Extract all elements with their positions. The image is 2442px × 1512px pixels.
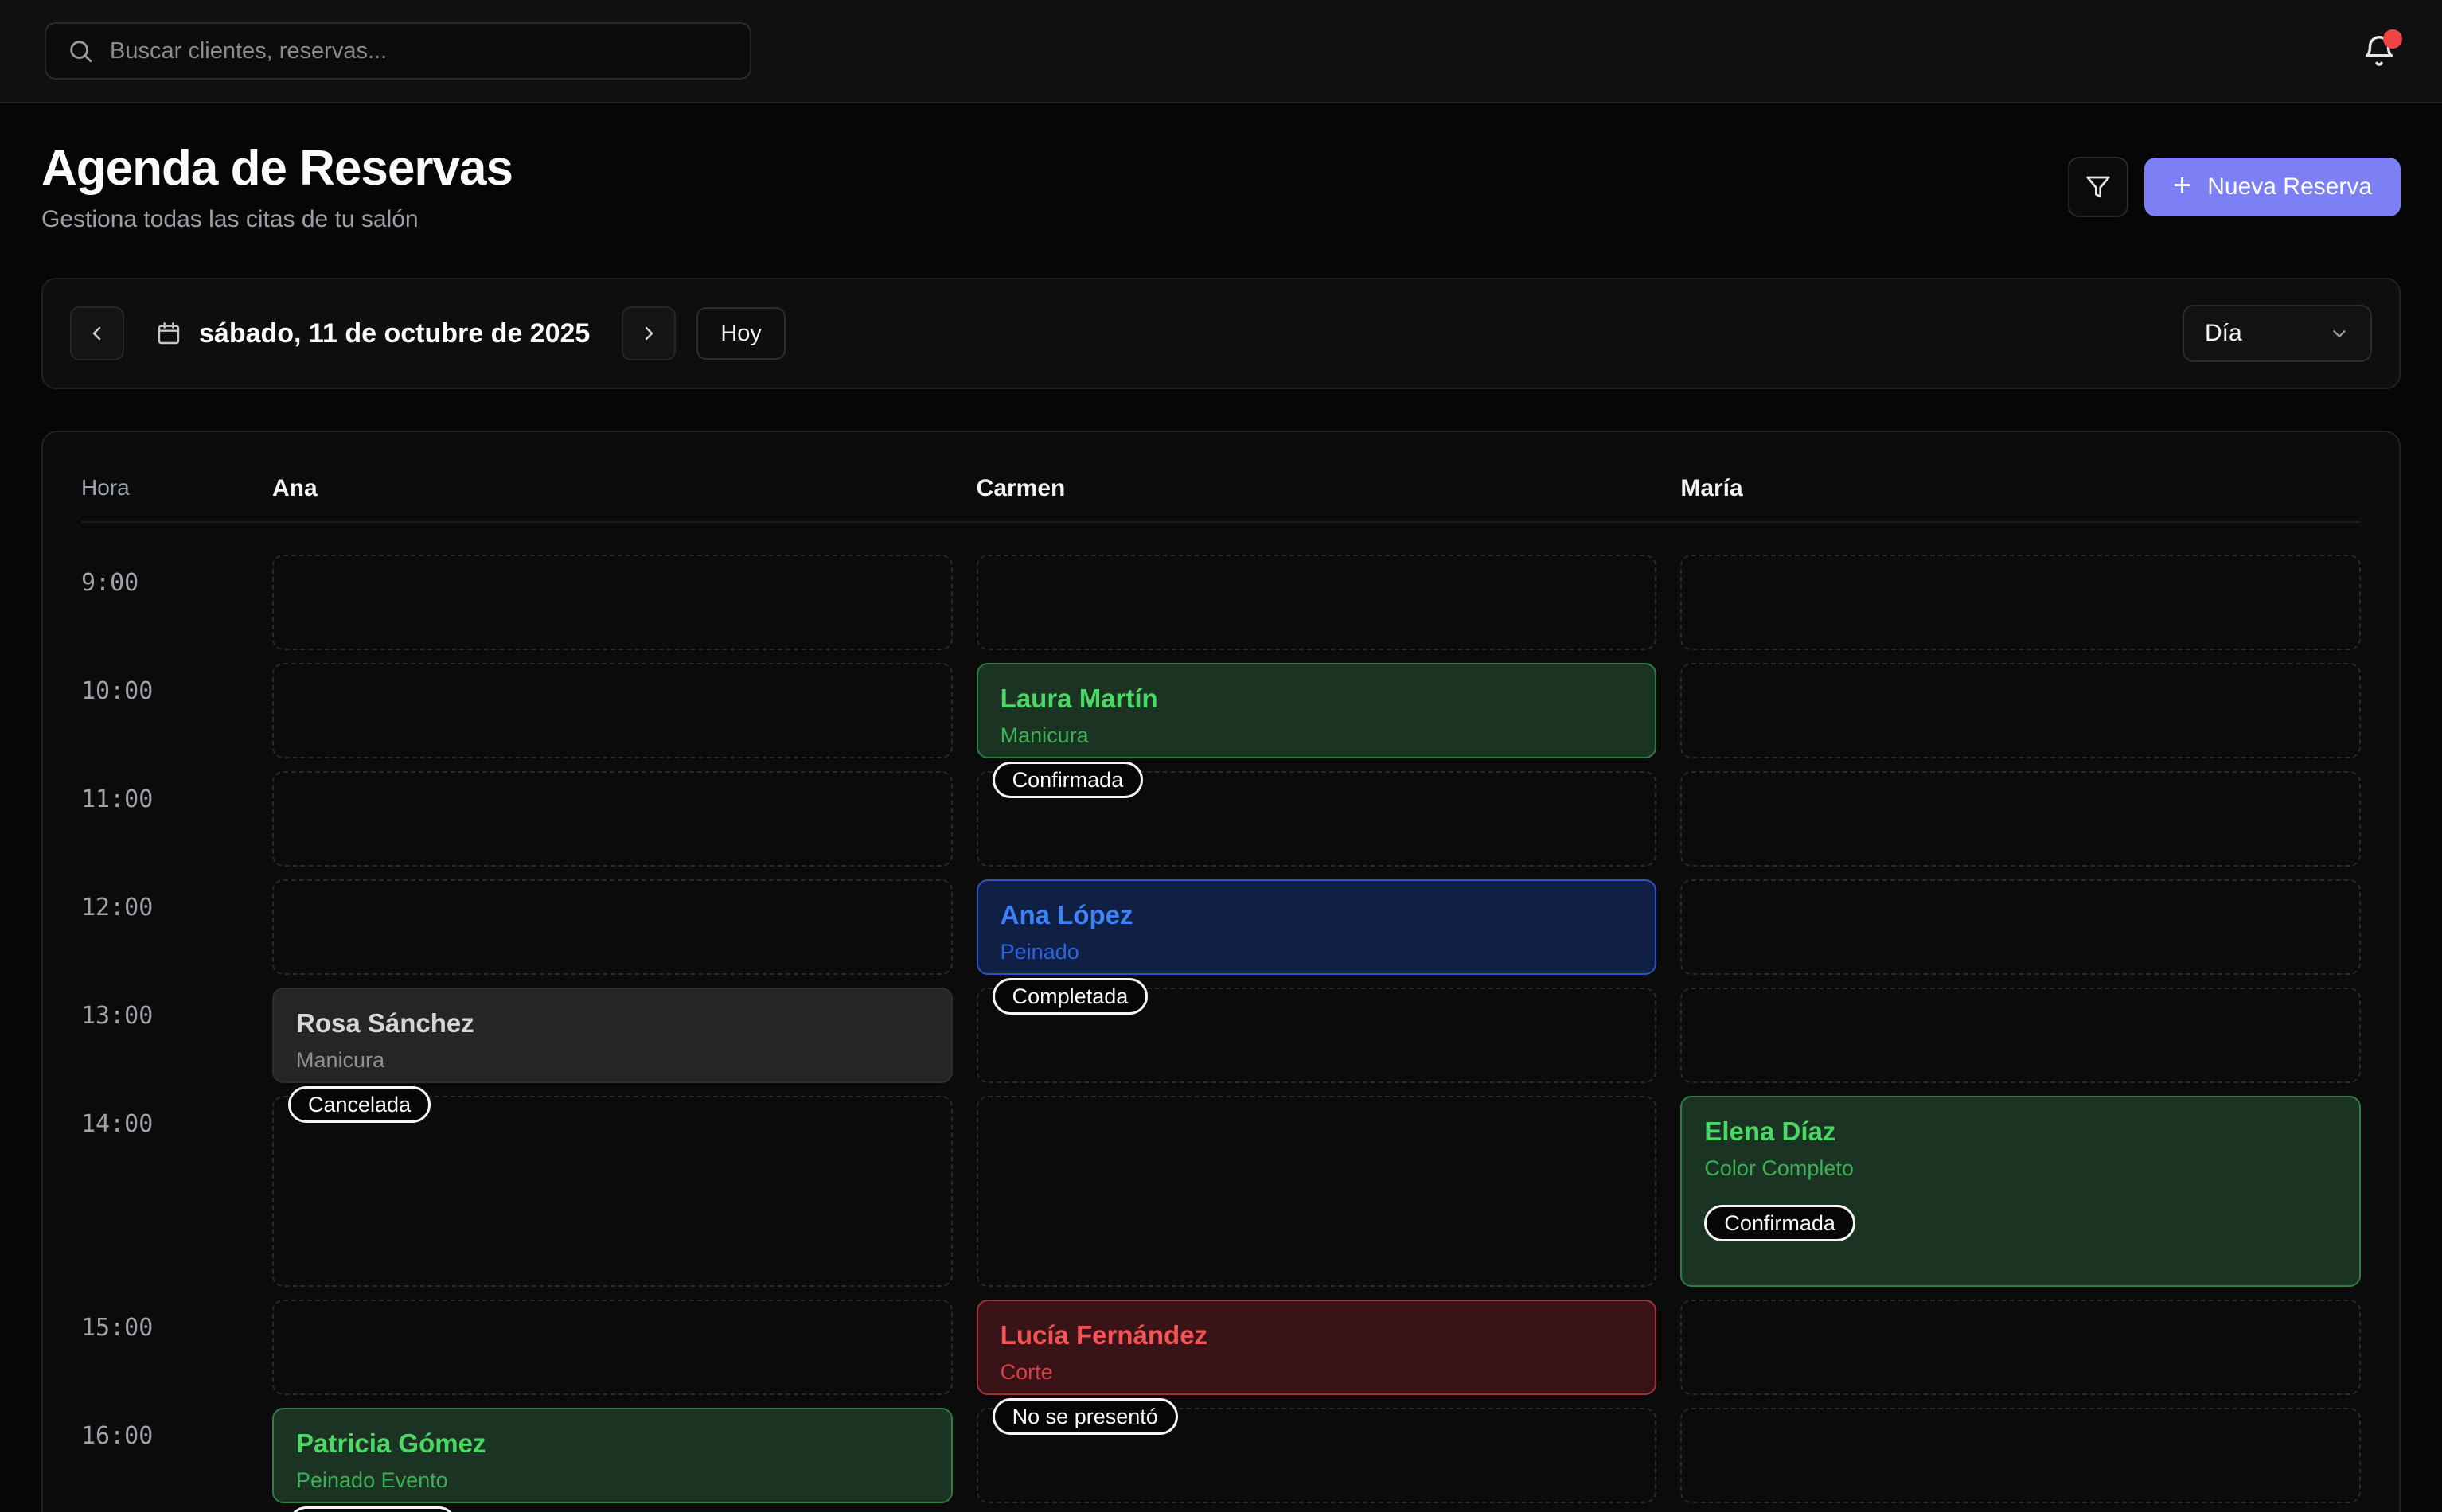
- time-label: 13:00: [81, 988, 248, 1083]
- time-label: 14:00: [81, 1096, 248, 1287]
- slot-Ana-11:00[interactable]: [272, 771, 953, 867]
- event-service: Color Completo: [1704, 1156, 2337, 1181]
- chevron-right-icon: [639, 324, 658, 343]
- status-badge: Confirmada: [1704, 1205, 1855, 1241]
- event-card[interactable]: Lucía FernándezCorteNo se presentó: [977, 1300, 1657, 1395]
- schedule-row: 11:00: [81, 771, 2361, 867]
- slot-Carmen-10:00[interactable]: Laura MartínManicuraConfirmada: [977, 663, 1657, 758]
- page-title: Agenda de Reservas: [41, 140, 513, 197]
- slot-Ana-14:00[interactable]: [272, 1096, 953, 1287]
- filter-icon: [2085, 174, 2111, 200]
- slot-María-12:00[interactable]: [1680, 879, 2361, 975]
- notifications-button[interactable]: [2361, 33, 2397, 69]
- column-header-staff: María: [1680, 475, 2361, 502]
- search-box[interactable]: [45, 22, 751, 80]
- time-label: 15:00: [81, 1300, 248, 1395]
- column-header-staff: Carmen: [977, 475, 1657, 502]
- event-client-name: Lucía Fernández: [1001, 1320, 1633, 1350]
- column-header-staff: Ana: [272, 475, 953, 502]
- slot-María-11:00[interactable]: [1680, 771, 2361, 867]
- schedule-row: 14:00 Elena Díaz Color Completo Confirmada: [81, 1096, 2361, 1287]
- time-label: 16:00: [81, 1408, 248, 1503]
- event-service: Peinado Evento: [296, 1468, 929, 1493]
- page-subtitle: Gestiona todas las citas de tu salón: [41, 206, 513, 233]
- slot-Carmen-9:00[interactable]: [977, 555, 1657, 650]
- slot-Ana-15:00[interactable]: [272, 1300, 953, 1395]
- event-client-name: Rosa Sánchez: [296, 1008, 929, 1039]
- new-booking-label: Nueva Reserva: [2207, 173, 2372, 201]
- event-card[interactable]: Elena Díaz Color Completo Confirmada: [1680, 1096, 2361, 1287]
- status-badge: [288, 1506, 457, 1512]
- slot-Carmen-14:00[interactable]: [977, 1096, 1657, 1287]
- main-content: Agenda de Reservas Gestiona todas las ci…: [0, 140, 2442, 1512]
- event-card[interactable]: Laura MartínManicuraConfirmada: [977, 663, 1657, 758]
- schedule-row: 16:00 Patricia Gómez Peinado Evento: [81, 1408, 2361, 1503]
- slot-Ana-12:00[interactable]: [272, 879, 953, 975]
- slot-María-13:00[interactable]: [1680, 988, 2361, 1083]
- current-date-label: sábado, 11 de octubre de 2025: [199, 318, 590, 349]
- time-label: 10:00: [81, 663, 248, 758]
- event-card[interactable]: Rosa SánchezManicuraCancelada: [272, 988, 953, 1083]
- app-root: Agenda de Reservas Gestiona todas las ci…: [0, 0, 2442, 1512]
- slot-Carmen-15:00[interactable]: Lucía FernándezCorteNo se presentó: [977, 1300, 1657, 1395]
- slot-María-10:00[interactable]: [1680, 663, 2361, 758]
- time-label: 9:00: [81, 555, 248, 650]
- slot-María-15:00[interactable]: [1680, 1300, 2361, 1395]
- current-date-group: sábado, 11 de octubre de 2025: [156, 318, 590, 349]
- column-header-time: Hora: [81, 475, 248, 502]
- notification-dot: [2383, 29, 2402, 49]
- topbar: [0, 0, 2442, 103]
- header-actions: + Nueva Reserva: [2068, 157, 2401, 217]
- schedule-row: 10:00Laura MartínManicuraConfirmada: [81, 663, 2361, 758]
- filter-button[interactable]: [2068, 157, 2128, 217]
- search-input[interactable]: [108, 37, 729, 65]
- previous-day-button[interactable]: [70, 306, 124, 360]
- status-badge: Confirmada: [993, 762, 1144, 798]
- schedule-row: 9:00: [81, 555, 2361, 650]
- event-client-name: Ana López: [1001, 900, 1633, 930]
- schedule-row: 15:00Lucía FernándezCorteNo se presentó: [81, 1300, 2361, 1395]
- slot-María-9:00[interactable]: [1680, 555, 2361, 650]
- slot-Ana-9:00[interactable]: [272, 555, 953, 650]
- event-service: Manicura: [1001, 723, 1633, 748]
- new-booking-button[interactable]: + Nueva Reserva: [2144, 158, 2401, 216]
- slot-María-14:00[interactable]: Elena Díaz Color Completo Confirmada: [1680, 1096, 2361, 1287]
- slot-Ana-10:00[interactable]: [272, 663, 953, 758]
- event-service: Peinado: [1001, 940, 1633, 964]
- time-label: 11:00: [81, 771, 248, 867]
- slot-María-16:00[interactable]: [1680, 1408, 2361, 1503]
- slot-Carmen-12:00[interactable]: Ana LópezPeinadoCompletada: [977, 879, 1657, 975]
- next-day-button[interactable]: [622, 306, 676, 360]
- schedule-row: 12:00Ana LópezPeinadoCompletada: [81, 879, 2361, 975]
- event-card[interactable]: Ana LópezPeinadoCompletada: [977, 879, 1657, 975]
- plus-icon: +: [2173, 170, 2191, 201]
- slot-Ana-13:00[interactable]: Rosa SánchezManicuraCancelada: [272, 988, 953, 1083]
- chevron-down-icon: [2329, 323, 2350, 344]
- event-card[interactable]: Patricia Gómez Peinado Evento: [272, 1408, 953, 1503]
- view-mode-value: Día: [2205, 320, 2242, 347]
- search-icon: [67, 37, 94, 64]
- schedule-header: Hora Ana Carmen María: [81, 462, 2361, 523]
- slot-Ana-16:00[interactable]: Patricia Gómez Peinado Evento: [272, 1408, 953, 1503]
- status-badge: Cancelada: [288, 1086, 431, 1123]
- time-label: 12:00: [81, 879, 248, 975]
- view-mode-select[interactable]: Día: [2183, 305, 2372, 362]
- schedule-body: 9:0010:00Laura MartínManicuraConfirmada1…: [81, 555, 2361, 1503]
- page-title-block: Agenda de Reservas Gestiona todas las ci…: [41, 140, 513, 233]
- status-badge: No se presentó: [993, 1398, 1178, 1435]
- event-client-name: Patricia Gómez: [296, 1428, 929, 1459]
- today-button[interactable]: Hoy: [696, 307, 786, 360]
- event-client-name: Laura Martín: [1001, 684, 1633, 714]
- event-service: Manicura: [296, 1048, 929, 1073]
- status-badge: Completada: [993, 978, 1149, 1015]
- event-client-name: Elena Díaz: [1704, 1116, 2337, 1147]
- schedule-panel: Hora Ana Carmen María 9:00 10:00 Laura Martín…: [41, 431, 2401, 1512]
- calendar-icon: [156, 321, 181, 346]
- date-navigation-bar: sábado, 11 de octubre de 2025 Hoy Día: [41, 278, 2401, 389]
- event-service: Corte: [1001, 1360, 1633, 1385]
- page-header: Agenda de Reservas Gestiona todas las ci…: [41, 140, 2401, 233]
- schedule-row: 13:00Rosa SánchezManicuraCancelada: [81, 988, 2361, 1083]
- chevron-left-icon: [88, 324, 107, 343]
